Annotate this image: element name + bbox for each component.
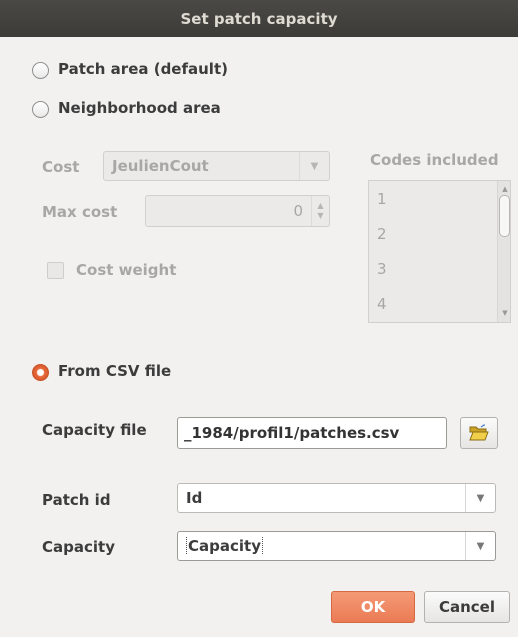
- ok-button[interactable]: OK: [331, 591, 415, 623]
- from-csv-label[interactable]: From CSV file: [58, 362, 171, 380]
- chevron-down-icon: ▼: [465, 532, 495, 560]
- window-title: Set patch capacity: [180, 9, 338, 28]
- cost-label: Cost: [42, 158, 80, 176]
- capacity-label: Capacity: [42, 538, 115, 556]
- list-item[interactable]: 3: [369, 251, 510, 286]
- patch-area-radio[interactable]: [32, 62, 49, 79]
- list-item[interactable]: 1: [369, 181, 510, 216]
- scroll-down-icon[interactable]: ▼: [500, 309, 510, 317]
- cancel-button[interactable]: Cancel: [424, 591, 510, 623]
- spin-arrows-icon[interactable]: ▲ ▼: [311, 196, 329, 226]
- window-titlebar: Set patch capacity: [0, 0, 518, 37]
- cost-weight-label[interactable]: Cost weight: [76, 261, 176, 279]
- capacity-file-label: Capacity file: [42, 421, 147, 439]
- patch-id-label: Patch id: [42, 491, 111, 509]
- max-cost-label: Max cost: [42, 203, 118, 221]
- chevron-down-icon: ▼: [465, 484, 495, 512]
- capacity-file-input[interactable]: _1984/profil1/patches.csv: [177, 417, 447, 449]
- neighborhood-area-radio[interactable]: [32, 101, 49, 118]
- chevron-down-icon: ▼: [299, 152, 329, 180]
- capacity-value: Capacity: [186, 537, 263, 555]
- cost-combo[interactable]: JeulienCout ▼: [103, 151, 330, 181]
- cost-weight-checkbox[interactable]: [47, 262, 64, 279]
- folder-open-icon: [469, 424, 489, 441]
- max-cost-value: 0: [293, 202, 303, 220]
- list-item[interactable]: 4: [369, 286, 510, 321]
- cost-combo-value: JeulienCout: [112, 157, 209, 175]
- patch-id-combo[interactable]: Id ▼: [177, 483, 496, 513]
- list-item[interactable]: 2: [369, 216, 510, 251]
- max-cost-spinbox[interactable]: 0 ▲ ▼: [145, 195, 330, 227]
- neighborhood-area-label[interactable]: Neighborhood area: [58, 99, 221, 117]
- patch-area-label[interactable]: Patch area (default): [58, 60, 228, 78]
- browse-button[interactable]: [460, 417, 498, 449]
- codes-scrollbar[interactable]: ▲ ▼: [497, 181, 510, 322]
- from-csv-radio[interactable]: [32, 364, 49, 381]
- scroll-up-icon[interactable]: ▲: [500, 185, 510, 193]
- capacity-combo[interactable]: Capacity ▼: [177, 531, 496, 561]
- patch-id-value: Id: [186, 489, 203, 507]
- codes-included-list[interactable]: 1234 ▲ ▼: [368, 180, 511, 323]
- scrollbar-thumb[interactable]: [499, 195, 510, 237]
- codes-included-label: Codes included: [370, 151, 499, 169]
